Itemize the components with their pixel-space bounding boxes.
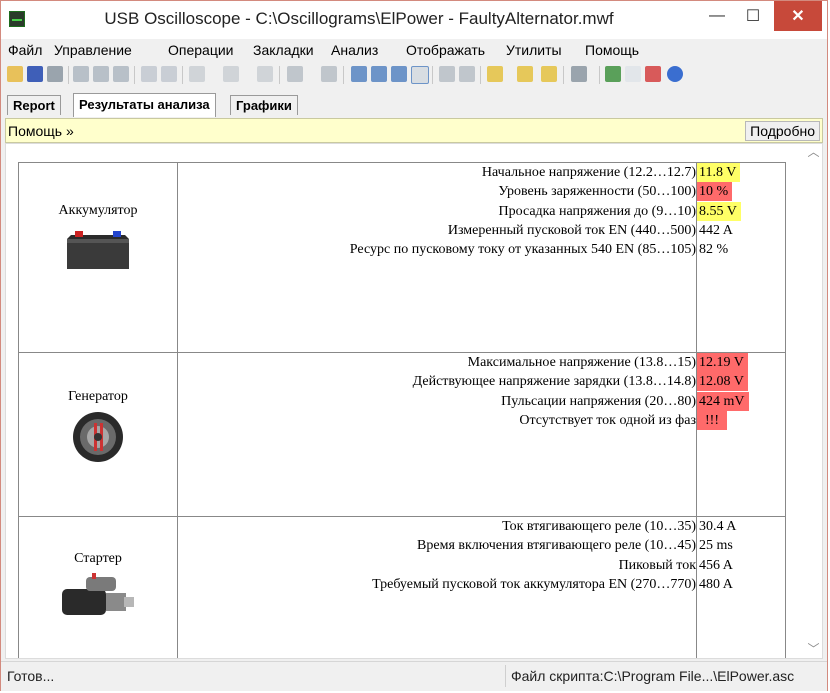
param-value: 424 mV [697, 391, 749, 411]
oscilloscope-app-icon[interactable] [9, 11, 25, 27]
param-value: 12.08 V [697, 372, 748, 392]
param-label: Отсутствует ток одной из фаз [519, 412, 696, 428]
component-name: Стартер [74, 551, 122, 566]
script-stop-icon[interactable] [541, 66, 557, 82]
help-bar: Помощь » Подробно [5, 118, 823, 143]
window-title: USB Oscilloscope - C:\Oscillograms\ElPow… [104, 9, 614, 28]
param-label: Уровень заряженности (50…100) [498, 184, 696, 200]
menu-utilities[interactable]: Утилиты [506, 42, 562, 58]
vertical-scrollbar[interactable]: ︿ ﹀ [805, 144, 822, 658]
menu-file[interactable]: Файл [8, 42, 42, 58]
param-label: Время включения втягивающего реле (10…45… [417, 538, 696, 554]
print-icon[interactable] [47, 66, 63, 82]
export-icon[interactable] [459, 66, 475, 82]
tab-graphs[interactable]: Графики [230, 95, 298, 115]
param-value: 456 A [699, 557, 733, 573]
scroll-down-icon[interactable]: ﹀ [805, 641, 822, 658]
help-link[interactable]: Помощь » [8, 123, 74, 139]
tab-analysis-results[interactable]: Результаты анализа [73, 93, 216, 117]
channel-icon[interactable] [287, 66, 303, 82]
param-value: !!! [697, 410, 727, 430]
battery-icon [65, 223, 131, 271]
check-down-icon[interactable] [371, 66, 387, 82]
toolbar [1, 61, 827, 89]
param-label: Просадка напряжения до (9…10) [498, 203, 696, 219]
menu-control[interactable]: Управление [54, 42, 132, 58]
menu-view[interactable]: Отображать [406, 42, 485, 58]
delete-icon[interactable] [645, 66, 661, 82]
calculator-icon[interactable] [571, 66, 587, 82]
analysis-report-view: Аккумулятор Начальное напряжение (12.2…1… [5, 143, 823, 659]
starter-motor-icon [58, 571, 138, 621]
analysis-table: Аккумулятор Начальное напряжение (12.2…1… [18, 162, 786, 658]
help-icon[interactable] [667, 66, 683, 82]
signal-icon[interactable] [189, 66, 205, 82]
param-label: Пульсации напряжения (20…80) [501, 393, 696, 409]
minimize-button[interactable]: — [701, 1, 733, 31]
table-icon[interactable] [439, 66, 455, 82]
param-label: Действующее напряжение зарядки (13.8…14.… [412, 374, 696, 390]
save-icon[interactable] [27, 66, 43, 82]
param-label: Требуемый пусковой ток аккумулятора EN (… [372, 576, 696, 592]
param-label: Ток втягивающего реле (10…35) [502, 519, 696, 534]
document-icon[interactable] [625, 66, 641, 82]
maximize-button[interactable]: ☐ [737, 1, 769, 31]
paste-icon[interactable] [93, 66, 109, 82]
menu-help[interactable]: Помощь [585, 42, 639, 58]
cut-icon[interactable] [113, 66, 129, 82]
menu-analysis[interactable]: Анализ [331, 42, 378, 58]
open-folder-icon[interactable] [7, 66, 23, 82]
cursor-icon[interactable] [141, 66, 157, 82]
tab-report[interactable]: Report [7, 95, 61, 115]
marker-icon[interactable] [161, 66, 177, 82]
menu-bar: Файл Управление Операции Закладки Анализ… [1, 39, 827, 61]
close-button[interactable]: ✕ [774, 1, 822, 31]
component-row-alternator: Генератор Максимальное напряжение (13.8…… [18, 352, 786, 517]
script-run-icon[interactable] [517, 66, 533, 82]
app-window: USB Oscilloscope - C:\Oscillograms\ElPow… [0, 0, 828, 691]
scroll-up-icon[interactable]: ︿ [805, 144, 822, 161]
param-value: 442 A [699, 222, 733, 238]
script-icon[interactable] [487, 66, 503, 82]
status-bar: Готов... Файл скрипта:C:\Program File...… [1, 661, 827, 691]
param-value: 30.4 A [699, 519, 737, 534]
param-value: 10 % [697, 182, 733, 202]
param-value: 11.8 V [697, 163, 741, 182]
script-file-status: Файл скрипта:C:\Program File...\ElPower.… [511, 668, 795, 684]
param-label: Начальное напряжение (12.2…12.7) [481, 165, 696, 180]
param-label: Максимальное напряжение (13.8…15) [467, 355, 696, 370]
bookmark-icon[interactable] [321, 66, 337, 82]
param-value: 82 % [699, 242, 729, 258]
component-name: Аккумулятор [58, 203, 138, 218]
component-row-starter: Стартер Ток втягивающего реле (10…35) Вр… [18, 516, 786, 658]
param-label: Пиковый ток [618, 557, 696, 573]
check-icon[interactable] [351, 66, 367, 82]
param-value: 12.19 V [697, 353, 748, 372]
param-value: 25 ms [699, 538, 733, 554]
component-name: Генератор [68, 389, 128, 404]
undo-icon[interactable] [257, 66, 273, 82]
filter-icon[interactable] [223, 66, 239, 82]
details-button[interactable]: Подробно [745, 121, 820, 141]
param-label: Измеренный пусковой ток EN (440…500) [447, 222, 696, 238]
component-row-battery: Аккумулятор Начальное напряжение (12.2…1… [18, 162, 786, 353]
alternator-icon [70, 409, 126, 465]
param-value: 480 A [699, 576, 733, 592]
graph-icon[interactable] [605, 66, 621, 82]
check-all-icon[interactable] [391, 66, 407, 82]
tab-strip: Report Результаты анализа Графики [1, 93, 827, 117]
menu-operations[interactable]: Операции [168, 42, 234, 58]
report-view-icon[interactable] [411, 66, 429, 84]
param-value: 8.55 V [697, 201, 741, 221]
copy-icon[interactable] [73, 66, 89, 82]
title-bar[interactable]: USB Oscilloscope - C:\Oscillograms\ElPow… [1, 1, 827, 39]
param-label: Ресурс по пусковому току от указанных 54… [349, 242, 696, 258]
menu-bookmarks[interactable]: Закладки [253, 42, 314, 58]
status-text: Готов... [7, 668, 55, 684]
